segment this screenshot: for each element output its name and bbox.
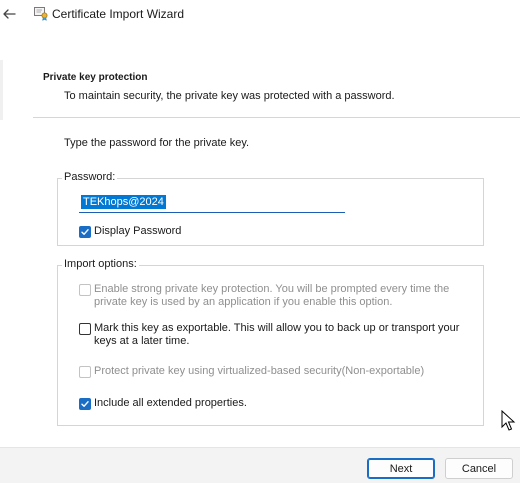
- display-password-checkbox[interactable]: Display Password: [79, 225, 181, 238]
- header-divider: [33, 117, 520, 118]
- window-edge: [0, 60, 3, 120]
- checkbox-unchecked-icon: [79, 366, 91, 378]
- password-group-legend: Password:: [62, 171, 118, 183]
- import-options-legend: Import options:: [62, 258, 139, 270]
- extended-properties-label: Include all extended properties.: [94, 397, 247, 409]
- virtualized-security-label: Protect private key using virtualized-ba…: [94, 365, 425, 377]
- mouse-pointer-icon: [501, 409, 517, 432]
- next-button[interactable]: Next: [367, 458, 435, 479]
- strong-protection-label: Enable strong private key protection. Yo…: [94, 283, 450, 308]
- window-title: Certificate Import Wizard: [52, 7, 185, 21]
- checkbox-unchecked-icon: [79, 323, 91, 335]
- strong-protection-checkbox[interactable]: Enable strong private key protection. Yo…: [79, 283, 474, 309]
- extended-properties-checkbox[interactable]: Include all extended properties.: [79, 397, 474, 410]
- back-button[interactable]: [0, 4, 20, 24]
- mark-exportable-label: Mark this key as exportable. This will a…: [94, 322, 460, 347]
- checkbox-checked-icon: [79, 226, 91, 238]
- section-title: Private key protection: [43, 72, 148, 83]
- mark-exportable-checkbox[interactable]: Mark this key as exportable. This will a…: [79, 322, 474, 348]
- display-password-label: Display Password: [94, 225, 182, 237]
- checkbox-checked-icon: [79, 398, 91, 410]
- certificate-icon: [33, 5, 49, 21]
- back-arrow-icon: [3, 9, 16, 19]
- virtualized-security-checkbox[interactable]: Protect private key using virtualized-ba…: [79, 365, 474, 378]
- password-instruction: Type the password for the private key.: [64, 137, 250, 149]
- password-input[interactable]: TEKhops@2024: [79, 191, 345, 213]
- wizard-footer: [0, 447, 520, 483]
- cancel-button[interactable]: Cancel: [445, 458, 513, 479]
- checkbox-unchecked-icon: [79, 284, 91, 296]
- password-value: TEKhops@2024: [81, 195, 166, 209]
- section-description: To maintain security, the private key wa…: [64, 90, 395, 102]
